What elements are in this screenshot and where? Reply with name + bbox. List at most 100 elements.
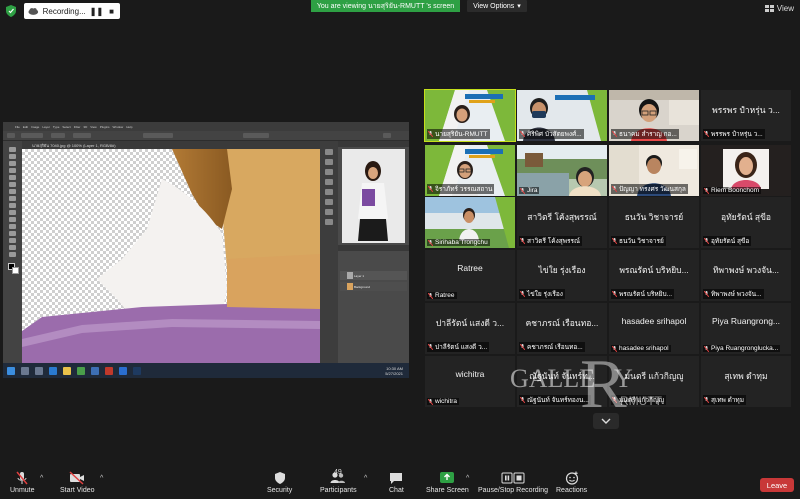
participant-tile[interactable]: สาวิตรี โค้งสุพรรณ์ สาวิตรี โค้งสุพรรณ์ [517, 197, 607, 248]
participant-tile[interactable]: จิราภัทร์ วรรณสถาน [425, 145, 515, 196]
photoshop-icon[interactable] [133, 366, 141, 375]
view-options-button[interactable]: View Options ▾ [467, 0, 527, 12]
pause-recording-button[interactable]: ❚❚ [90, 7, 103, 16]
participant-display-name: อุทัยรัตน์ สุขีอ [720, 212, 772, 222]
layer-row[interactable]: Layer 1 [340, 271, 407, 280]
layer-row[interactable]: Background [340, 282, 407, 291]
chat-button[interactable]: Chat [389, 471, 404, 494]
ps-panel-icon[interactable] [325, 219, 333, 225]
participant-tile[interactable]: Jira [517, 145, 607, 196]
ps-tool-icon[interactable] [9, 231, 16, 236]
ps-menu-item[interactable]: File [15, 125, 20, 129]
participant-tile[interactable]: พรณรัตน์ บริหยิบ... พรณรัตน์ บริหยิบ... [609, 250, 699, 301]
participant-tile[interactable]: ปาลีรัตน์ แสงดี ว... ปาลีรัตน์ แสงดี ว... [425, 303, 515, 354]
ps-tool-icon[interactable] [9, 196, 16, 201]
ps-tool-icon[interactable] [9, 245, 16, 250]
ps-menu-item[interactable]: Type [53, 125, 60, 129]
participant-name: ไข่ใย รุ่งเรือง [527, 291, 563, 298]
ps-menu-item[interactable]: Select [62, 125, 70, 129]
edge-icon[interactable] [49, 366, 57, 375]
chrome-icon[interactable] [77, 366, 85, 375]
ps-tool-icon[interactable] [9, 217, 16, 222]
ps-tool-icon[interactable] [9, 154, 16, 159]
participant-tile[interactable]: wichitra wichitra [425, 356, 515, 407]
file-explorer-icon[interactable] [63, 366, 71, 375]
ps-panel-icon[interactable] [325, 179, 333, 185]
ps-panel-icon[interactable] [325, 209, 333, 215]
participant-name-tag: ทิพาพงษ์ พวงจัน... [703, 289, 764, 299]
participant-tile[interactable]: Ratree Ratree [425, 250, 515, 301]
start-video-button[interactable]: Start Video [60, 471, 95, 494]
stop-recording-button[interactable]: ■ [109, 7, 114, 16]
ps-tool-icon[interactable] [9, 175, 16, 180]
ps-panel-icon[interactable] [325, 199, 333, 205]
ps-menu-item[interactable]: 3D [83, 125, 87, 129]
participant-tile[interactable]: พรรพร ปำหรุ่น ว... พรรพร ปำหรุ่น ว... [701, 90, 791, 141]
participant-tile[interactable]: ศิริพิศ บัวสัตยพงศ์... [517, 90, 607, 141]
participant-tile[interactable]: ทิพาพงษ์ พวงจัน... ทิพาพงษ์ พวงจัน... [701, 250, 791, 301]
ps-tool-icon[interactable] [9, 238, 16, 243]
muted-mic-icon [704, 291, 709, 297]
ps-tool-icon[interactable] [9, 168, 16, 173]
ps-tool-icon[interactable] [9, 189, 16, 194]
shield-icon[interactable] [6, 5, 16, 17]
audio-options-caret[interactable]: ^ [40, 475, 43, 482]
ps-tool-icon[interactable] [9, 210, 16, 215]
participant-name-tag: ศิริพิศ บัวสัตยพงศ์... [519, 129, 584, 139]
participant-tile[interactable]: hasadee srihapol hasadee srihapol [609, 303, 699, 354]
participant-tile[interactable]: ปัญญา ทรงศร วัฒนสกุล [609, 145, 699, 196]
ps-tool-icon[interactable] [9, 161, 16, 166]
participant-tile[interactable]: ณัฐนันท์ จันทร์ท... ณัฐนันท์ จันทร์ทองน..… [517, 356, 607, 407]
ps-tool-icon[interactable] [9, 203, 16, 208]
ps-menu-item[interactable]: Plugins [100, 125, 110, 129]
ps-panel-icon[interactable] [325, 189, 333, 195]
participant-tile[interactable]: Piya Ruangrong... Piya Ruangronglucka... [701, 303, 791, 354]
share-screen-button[interactable]: Share Screen [426, 471, 469, 494]
task-view-icon[interactable] [35, 366, 43, 375]
participant-tile[interactable]: สุเทพ ดำทุม สุเทพ ดำทุม [701, 356, 791, 407]
ps-tool-icon[interactable] [9, 224, 16, 229]
gallery-next-page-button[interactable] [593, 413, 619, 429]
ps-options-bar [3, 131, 409, 141]
participant-tile[interactable]: มนตรี แก้วกิญญู มนตรี แก้วกิญญู [609, 356, 699, 407]
zoom-app-icon[interactable] [119, 366, 127, 375]
participant-tile[interactable]: คชาภรณ์ เรือนทอ... คชาภรณ์ เรือนทอ... [517, 303, 607, 354]
unmute-button[interactable]: Unmute [10, 471, 35, 494]
word-icon[interactable] [91, 366, 99, 375]
security-button[interactable]: Security [267, 471, 292, 494]
ps-menu-item[interactable]: Help [126, 125, 132, 129]
participant-tile[interactable]: ธนาคม สำราญ กอ... [609, 90, 699, 141]
share-options-caret[interactable]: ^ [466, 475, 469, 482]
leave-button[interactable]: Leave [760, 478, 794, 492]
video-options-caret[interactable]: ^ [100, 475, 103, 482]
ps-menu-item[interactable]: Edit [23, 125, 28, 129]
view-button[interactable]: View [764, 4, 794, 13]
participants-options-caret[interactable]: ^ [364, 475, 367, 482]
participant-tile[interactable]: Sirihaba Trongchu [425, 197, 515, 248]
participant-tile[interactable]: ธนวัน วิชาจารย์ ธนวัน วิชาจารย์ [609, 197, 699, 248]
search-icon[interactable] [21, 366, 29, 375]
ps-tool-icon[interactable] [9, 182, 16, 187]
participant-name-tag: สุเทพ ดำทุม [703, 395, 747, 405]
participant-tile[interactable]: อุทัยรัตน์ สุขีอ อุทัยรัตน์ สุขีอ [701, 197, 791, 248]
pause-stop-recording-button[interactable]: Pause/Stop Recording [478, 471, 548, 494]
windows-start-icon[interactable] [7, 366, 15, 375]
participants-button[interactable]: 49 Participants [320, 469, 357, 494]
ps-menu-item[interactable]: Layer [42, 125, 50, 129]
ps-menu-item[interactable]: Filter [74, 125, 81, 129]
participant-name: wichitra [435, 398, 458, 405]
ps-menu-item[interactable]: Image [31, 125, 39, 129]
pdf-icon[interactable] [105, 366, 113, 375]
ps-menu-item[interactable]: View [90, 125, 96, 129]
ps-menu-item[interactable]: Window [113, 125, 124, 129]
participant-tile[interactable]: Riem Boonchom [701, 145, 791, 196]
ps-tool-icon[interactable] [9, 252, 16, 257]
participant-tile[interactable]: ไข่ใย รุ่งเรือง ไข่ใย รุ่งเรือง [517, 250, 607, 301]
participant-tile[interactable]: นายสุริยัน-RMUTT [424, 89, 516, 142]
ps-tool-icon[interactable] [9, 147, 16, 152]
ps-panel-icon[interactable] [325, 159, 333, 165]
reactions-button[interactable]: Reactions [556, 471, 587, 494]
ps-panel-icon[interactable] [325, 169, 333, 175]
ps-panel-icon[interactable] [325, 149, 333, 155]
participant-name-tag: ณัฐนันท์ จันทร์ทองน... [519, 395, 591, 405]
